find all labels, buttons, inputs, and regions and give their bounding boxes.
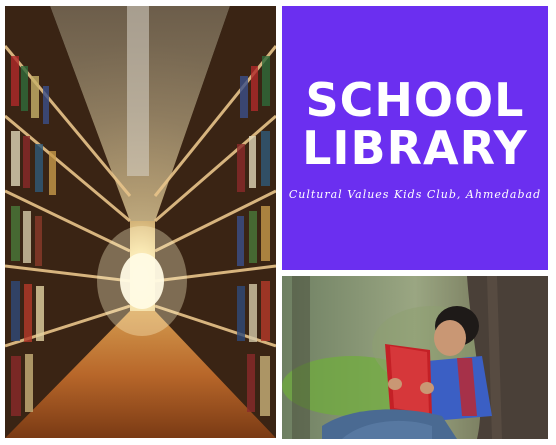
title-panel: SCHOOL LIBRARY Cultural Values Kids Club… xyxy=(282,6,548,270)
subtitle: Cultural Values Kids Club, Ahmedabad xyxy=(288,187,542,201)
title-line-school: SCHOOL xyxy=(305,72,525,127)
boy-reading-book-photo xyxy=(282,276,548,439)
library-aisle-photo xyxy=(5,6,276,438)
title-line-library: LIBRARY xyxy=(302,120,528,175)
